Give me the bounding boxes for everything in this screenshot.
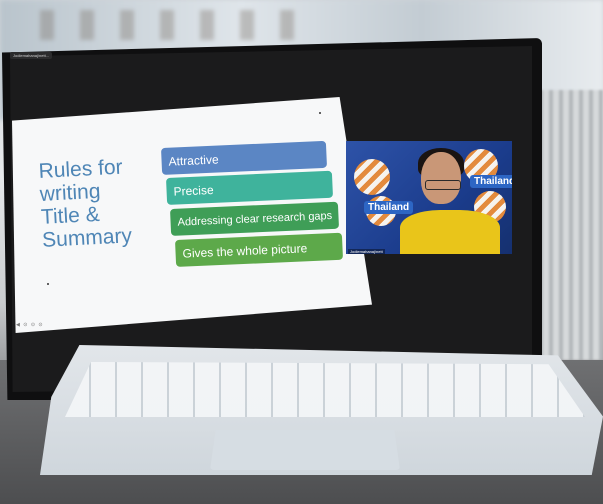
laptop-keyboard <box>65 362 585 417</box>
slide-dot <box>47 283 49 285</box>
thailand-badge: Thailand <box>364 201 414 214</box>
participant-name-label: Jodiemahanaj/nett <box>348 249 385 254</box>
laptop-touchpad <box>210 430 400 470</box>
decor-circle <box>354 159 390 195</box>
slide-dot <box>319 112 321 114</box>
slide-toolbar-icons[interactable]: ◀ ⊙ ⊙ ⊙ <box>16 322 44 328</box>
meeting-participant-tag: Jodiemahanaj/nett... <box>10 52 53 59</box>
participant-glasses <box>425 180 461 190</box>
participant-body <box>400 210 500 254</box>
slide-title: Rules for writing Title & Summary <box>38 154 163 252</box>
thailand-badge: Thailand <box>470 175 512 188</box>
participant-face <box>421 152 461 204</box>
